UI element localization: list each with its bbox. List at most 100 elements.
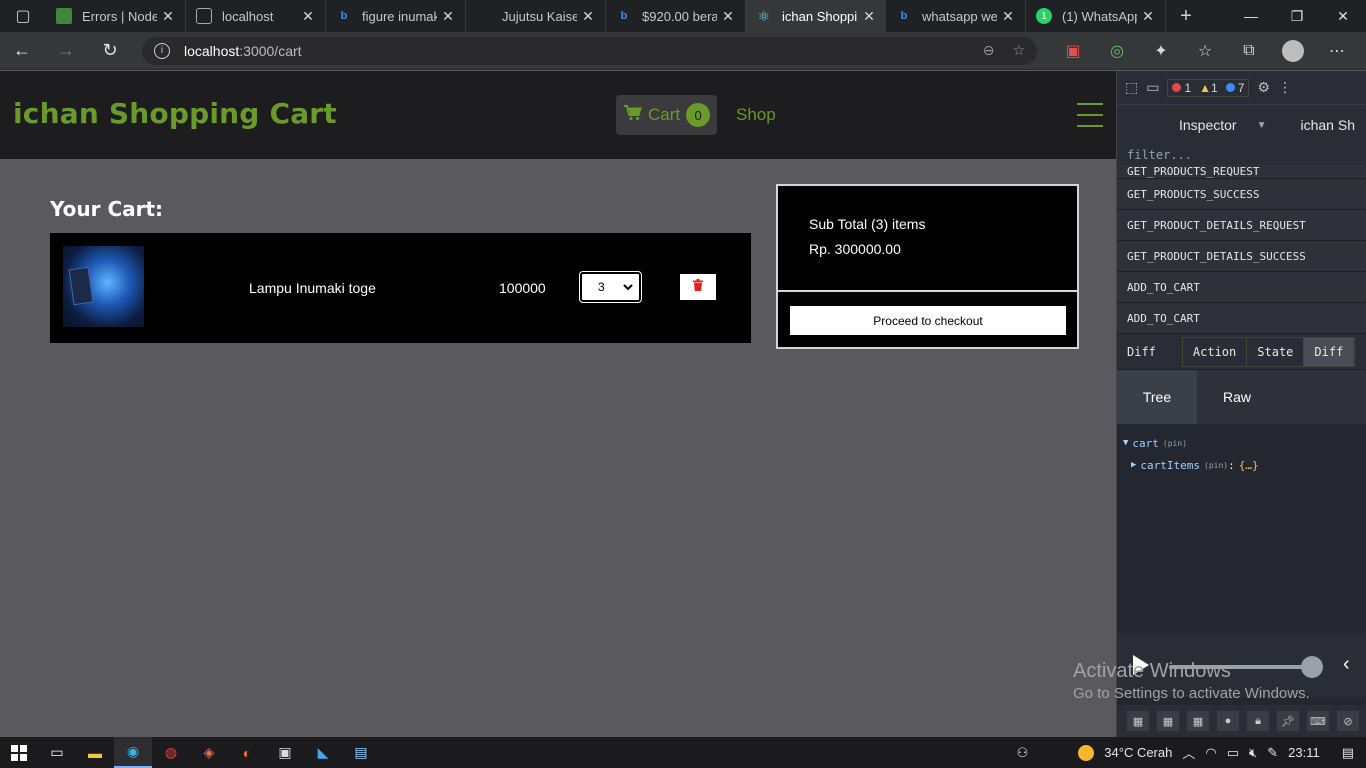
favorites-icon[interactable]: ☆ — [1183, 32, 1227, 70]
tab-action[interactable]: Action — [1183, 337, 1248, 366]
reload-icon[interactable]: ↻ — [88, 32, 132, 70]
tab-actions-icon[interactable]: ▢ — [0, 0, 46, 32]
quantity-select[interactable]: 3 — [579, 271, 642, 303]
close-icon[interactable]: ✕ — [161, 8, 175, 25]
inspector-dropdown[interactable]: Inspector — [1179, 117, 1237, 133]
battery-icon[interactable]: ▭ — [1227, 745, 1239, 761]
tree-node-cartitems[interactable]: ▶ cartItems (pin): {…} — [1123, 454, 1366, 476]
tab-whatsapp-web[interactable]: b whatsapp web ✕ — [886, 0, 1026, 32]
disable-icon[interactable]: ⊘ — [1337, 711, 1359, 731]
action-item[interactable]: GET_PRODUCT_DETAILS_SUCCESS — [1117, 241, 1366, 272]
site-info-icon[interactable]: i — [154, 42, 170, 59]
weather-sun-icon[interactable] — [1078, 744, 1095, 761]
layout-icon[interactable]: ▦ — [1187, 711, 1209, 731]
layout-icon[interactable]: ▦ — [1127, 711, 1149, 731]
address-bar[interactable]: i localhost:3000/cart ⊖ ☆ — [142, 36, 1037, 65]
volume-mute-icon[interactable]: 🔇︎ — [1249, 745, 1257, 761]
inspect-element-icon[interactable]: ⬚ — [1125, 79, 1138, 96]
instance-name[interactable]: ichan Sh — [1301, 117, 1355, 133]
tab-jujutsu-kaisen[interactable]: Jujutsu Kaisen ✕ — [466, 0, 606, 32]
brand-title[interactable]: ichan Shopping Cart — [13, 97, 337, 130]
people-icon[interactable]: ⚇ — [1017, 745, 1029, 761]
record-icon[interactable]: ● — [1217, 711, 1239, 731]
task-view-icon[interactable]: ▭ — [38, 737, 76, 768]
action-filter-input[interactable]: filter... — [1117, 145, 1366, 165]
close-icon[interactable]: ✕ — [1001, 8, 1015, 25]
tab-figure-inumaki[interactable]: b figure inumaki ✕ — [326, 0, 466, 32]
shop-nav-link[interactable]: Shop — [736, 105, 776, 125]
extension-red-icon[interactable]: ▣ — [1051, 32, 1095, 70]
action-item[interactable]: GET_PRODUCTS_REQUEST — [1117, 165, 1366, 179]
close-icon[interactable]: ✕ — [1141, 8, 1155, 25]
file-explorer-icon[interactable]: ▬ — [76, 737, 114, 768]
chevron-up-icon[interactable]: ︿ — [1182, 743, 1195, 762]
chevron-down-icon[interactable]: ▼ — [1257, 120, 1267, 131]
checkout-button[interactable]: Proceed to checkout — [790, 306, 1066, 335]
tab-raw[interactable]: Raw — [1197, 370, 1277, 424]
app-icon[interactable]: ◈ — [190, 737, 228, 768]
more-menu-icon[interactable]: ⋯ — [1315, 32, 1359, 70]
chevron-left-icon[interactable]: ‹ — [1343, 653, 1350, 676]
profile-avatar[interactable] — [1271, 32, 1315, 70]
tab-currency[interactable]: b $920.00 berapa ✕ — [606, 0, 746, 32]
cart-nav-button[interactable]: Cart 0 — [616, 95, 717, 135]
extension-green-icon[interactable]: ◎ — [1095, 32, 1139, 70]
notepad-icon[interactable]: ▤ — [342, 737, 380, 768]
dock-icon[interactable]: ⋮ — [1278, 79, 1292, 96]
state-tree: ▼ cart (pin) ▶ cartItems (pin): {…} — [1117, 424, 1366, 476]
vscode-icon[interactable]: ◣ — [304, 737, 342, 768]
close-icon[interactable]: ✕ — [581, 8, 595, 25]
weather-text[interactable]: 34°C Cerah — [1104, 745, 1172, 760]
device-toggle-icon[interactable]: ▭ — [1146, 79, 1159, 96]
tab-localhost[interactable]: localhost ✕ — [186, 0, 326, 32]
close-window-icon[interactable]: ✕ — [1320, 0, 1366, 32]
layout-icon[interactable]: ▦ — [1157, 711, 1179, 731]
lock-icon[interactable]: 🔒︎ — [1247, 711, 1269, 731]
close-icon[interactable]: ✕ — [441, 8, 455, 25]
favorite-star-icon[interactable]: ☆ — [1012, 42, 1025, 59]
pen-icon[interactable]: ✎ — [1267, 745, 1278, 761]
tab-tree[interactable]: Tree — [1117, 370, 1197, 424]
action-item[interactable]: GET_PRODUCTS_SUCCESS — [1117, 179, 1366, 210]
keyboard-icon[interactable]: ⌨ — [1307, 711, 1329, 731]
tab-diff[interactable]: Diff — [1304, 337, 1355, 366]
pin-label[interactable]: (pin) — [1204, 461, 1228, 470]
windows-start-icon[interactable] — [0, 737, 38, 768]
collections-icon[interactable]: ⧉ — [1227, 32, 1271, 70]
settings-gear-icon[interactable]: ⚙ — [1257, 79, 1270, 96]
edge-browser-icon[interactable]: ◉ — [114, 737, 152, 768]
new-tab-icon[interactable]: + — [1166, 5, 1206, 28]
product-name[interactable]: Lampu Inumaki toge — [249, 280, 376, 296]
hamburger-menu-icon[interactable] — [1077, 103, 1103, 127]
tab-errors-node[interactable]: Errors | Node ✕ — [46, 0, 186, 32]
action-item[interactable]: ADD_TO_CART — [1117, 272, 1366, 303]
tab-whatsapp[interactable]: 1 (1) WhatsApp ✕ — [1026, 0, 1166, 32]
clock-time[interactable]: 23:11 — [1288, 745, 1320, 760]
back-icon[interactable]: ← — [0, 32, 44, 70]
pin-label[interactable]: (pin) — [1163, 439, 1187, 448]
collapsed-triangle-icon[interactable]: ▶ — [1131, 460, 1136, 470]
pin-icon[interactable]: 📌︎ — [1277, 711, 1299, 731]
tab-state[interactable]: State — [1247, 337, 1305, 366]
action-item[interactable]: GET_PRODUCT_DETAILS_REQUEST — [1117, 210, 1366, 241]
tab-ichan-shopping[interactable]: ⚛ ichan Shopping ✕ — [746, 0, 886, 32]
forward-icon[interactable]: → — [44, 32, 88, 70]
wifi-icon[interactable]: ◠ — [1205, 745, 1216, 761]
close-icon[interactable]: ✕ — [301, 8, 315, 25]
action-item[interactable]: ADD_TO_CART — [1117, 303, 1366, 334]
close-icon[interactable]: ✕ — [721, 8, 735, 25]
notification-icon[interactable]: ▤ — [1342, 745, 1354, 761]
terminal-icon[interactable]: ▣ — [266, 737, 304, 768]
extensions-icon[interactable]: ✦ — [1139, 32, 1183, 70]
close-icon[interactable]: ✕ — [862, 8, 876, 25]
remove-item-button[interactable] — [680, 274, 716, 300]
expanded-triangle-icon[interactable]: ▼ — [1123, 438, 1128, 448]
issue-counts[interactable]: 1 ▲1 7 — [1167, 78, 1250, 97]
app-icon[interactable]: ◐ — [228, 737, 266, 768]
zoom-icon[interactable]: ⊖ — [983, 42, 995, 59]
restore-icon[interactable]: ❐ — [1274, 0, 1320, 32]
minimize-icon[interactable]: — — [1228, 0, 1274, 32]
product-image[interactable] — [63, 246, 144, 327]
tree-node-cart[interactable]: ▼ cart (pin) — [1123, 432, 1366, 454]
chrome-icon[interactable]: ◍ — [152, 737, 190, 768]
